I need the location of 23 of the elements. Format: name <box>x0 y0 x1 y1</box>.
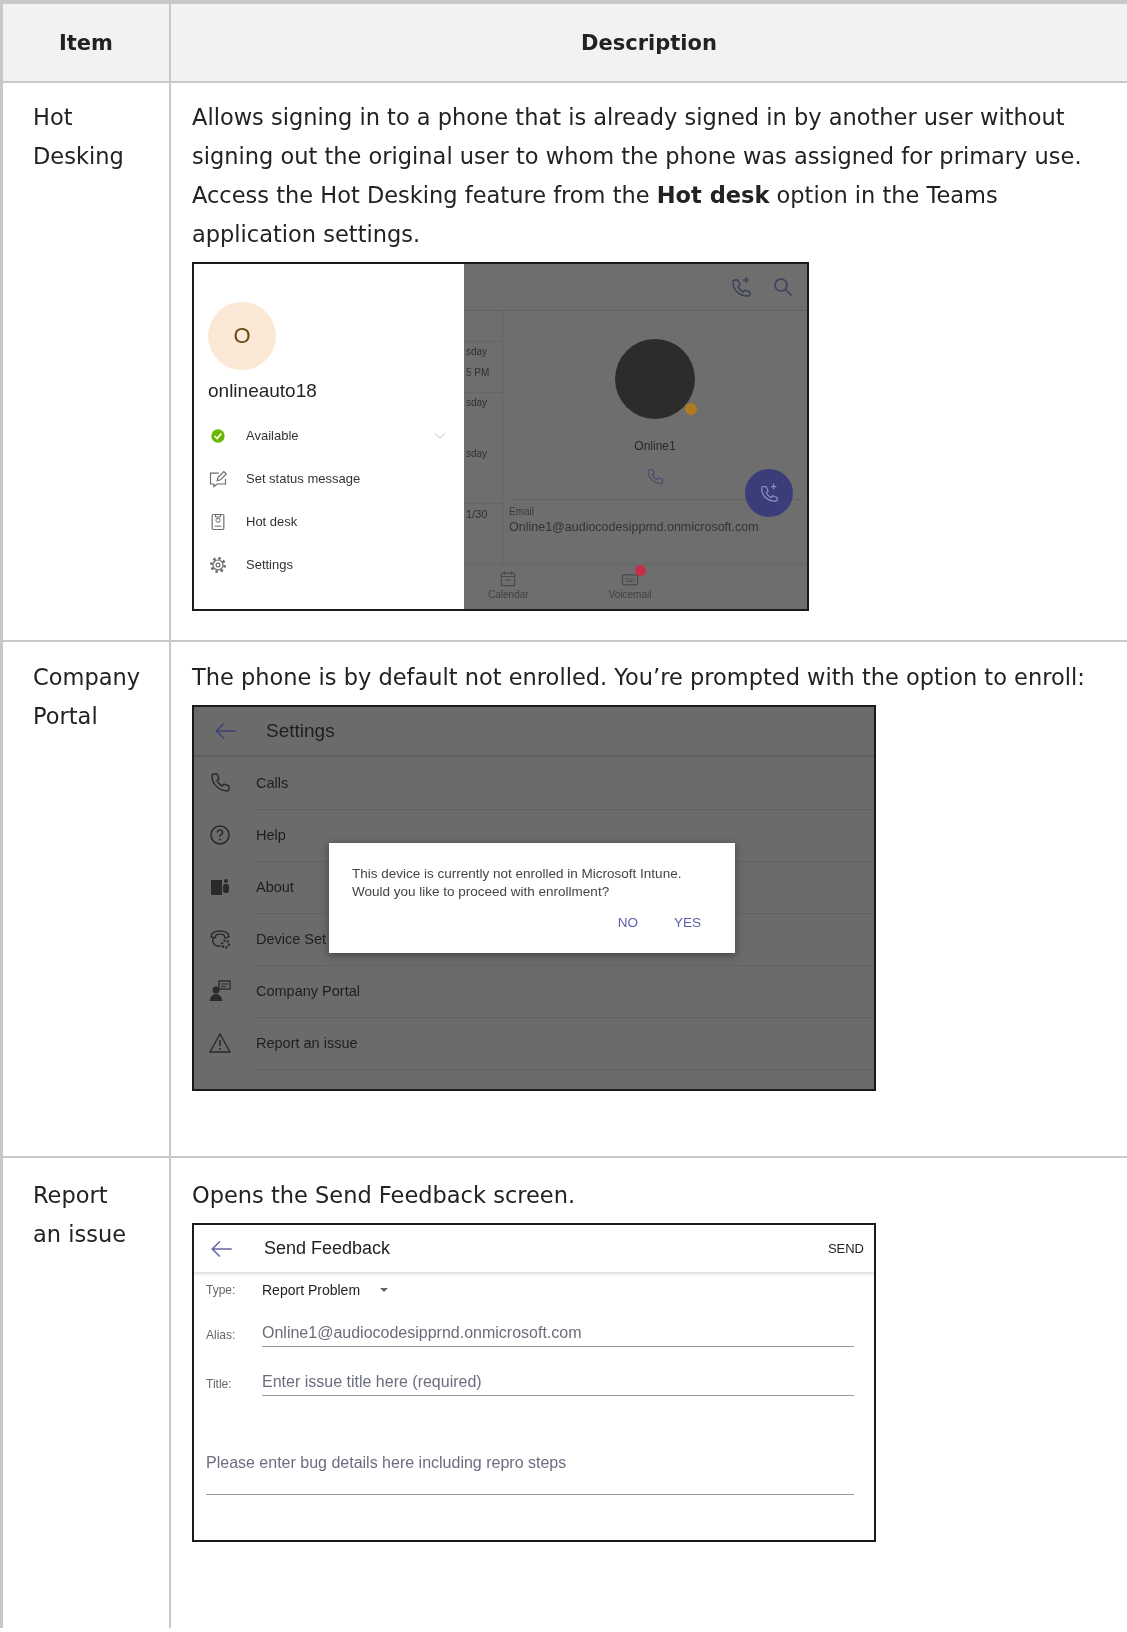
table-cell-text: Report an issue <box>33 1181 127 1249</box>
list-text: sday <box>464 341 502 357</box>
list-text: sday <box>465 448 489 459</box>
column-header: Description <box>171 4 1127 83</box>
email-address: Online1@audiocodesipprnd.onmicrosoft.com <box>509 520 759 534</box>
column-header: Item <box>3 4 171 83</box>
table-cell-text: Hot Desking <box>33 103 125 171</box>
description-text: Opens the Send Feedback screen. <box>192 1181 576 1210</box>
avatar: O <box>208 302 276 370</box>
user-name: onlineauto18 <box>208 380 318 402</box>
field-label: Type: <box>206 1283 237 1297</box>
list-text: 5 PM <box>465 367 491 378</box>
list-text: sday <box>464 392 502 408</box>
field-label: Title: <box>206 1377 233 1393</box>
list-text: 1/30 <box>464 503 502 520</box>
description-text: The phone is by default not enrolled. You’re prompted with the option to enroll: <box>192 663 1085 692</box>
field-label: Alias: <box>206 1328 237 1344</box>
screen-title: Settings <box>265 720 335 742</box>
dialog-message: This device is currently not enrolled in Microsoft Intune. Would you like to proceed with enrollment? <box>352 865 683 901</box>
screen-title: Send Feedback <box>263 1238 392 1259</box>
contact-name: Online1 <box>634 439 676 453</box>
table-cell-text: Company Portal <box>33 663 141 731</box>
description-text: Allows signing in to a phone that is already signed in by another user without signing out the original user to whom the phone was assigned for primary use. Access the Hot Desking feature from the Hot desk option in the Teams application settings. <box>192 103 1083 249</box>
